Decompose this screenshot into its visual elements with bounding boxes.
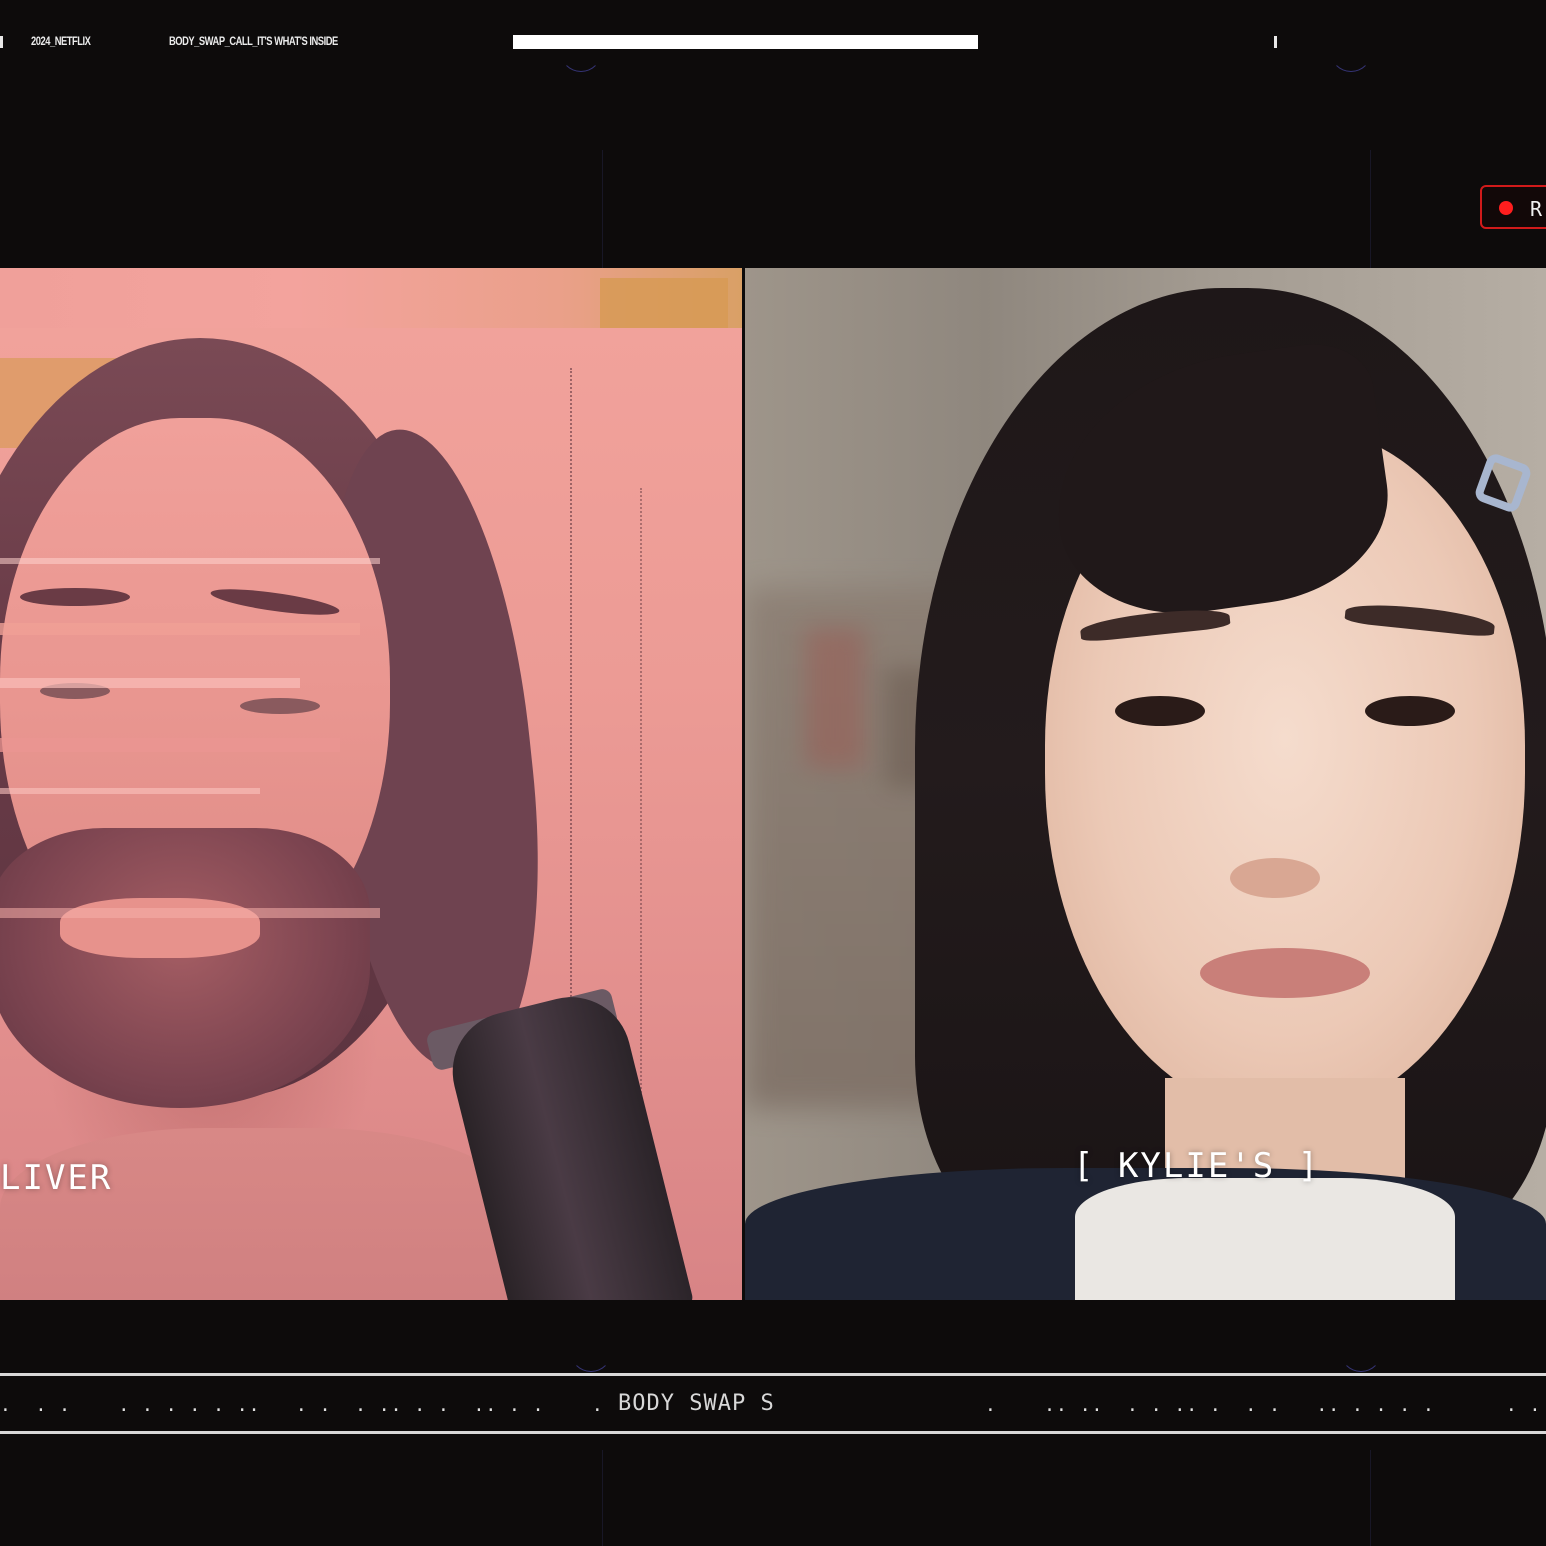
ticker-dots-left: . . . . . . . . .. . . . .. . . .. . . . [0,1395,604,1416]
person-nose [1230,858,1320,898]
glitch-band [0,788,260,794]
background-object [805,628,865,768]
participant-name-tag-left: LIVER [0,1158,113,1198]
participant-video-left[interactable]: LIVER [0,268,742,1300]
hud-arc-decoration [560,30,602,72]
hud-guide-line [602,1450,603,1546]
glitch-trail [570,368,575,1088]
ticker-text: BODY SWAP S [618,1391,775,1416]
glitch-band [0,678,300,688]
video-call-screen: 2024_NETFLIX BODY_SWAP_CALL_IT'S WHAT'S … [0,0,1546,1546]
participant-video-right[interactable]: [ KYLIE'S ] [745,268,1546,1300]
hud-guide-line [1370,150,1371,268]
ticker-dots-right: . .. .. . . .. . . . .. . . . . . . [985,1395,1542,1416]
recording-label: R [1530,197,1543,221]
person-shirt [1075,1178,1455,1300]
person-eye [240,698,320,714]
glitch-band [0,908,380,918]
participant-name-tag-right: [ KYLIE'S ] [1073,1146,1321,1186]
glitch-block [600,278,728,328]
ticker-rule-top [0,1373,1546,1376]
top-label-year: 2024_NETFLIX [31,34,91,48]
person-brow [20,588,130,606]
record-dot-icon [1499,201,1513,215]
top-label-title: BODY_SWAP_CALL_IT'S WHAT'S INSIDE [169,34,338,48]
hud-guide-line [1370,1450,1371,1546]
person-eye [1365,696,1455,726]
person-lips [1200,948,1370,998]
glitch-trail [640,488,645,1188]
person-eye [1115,696,1205,726]
glitch-band [0,738,340,752]
top-tick-marker-right [1274,36,1277,48]
recording-badge[interactable]: R [1480,185,1546,229]
glitch-band [0,558,380,564]
ticker-rule-bottom [0,1431,1546,1434]
person-shoulders [0,1128,520,1300]
bottom-ticker: . . . . . . . . .. . . . .. . . .. . . .… [0,1373,1546,1437]
hud-arc-decoration [1330,30,1372,72]
hud-arc-decoration [1340,1330,1382,1372]
top-tick-marker-left [0,36,3,48]
glitch-band [0,623,360,635]
hud-arc-decoration [570,1330,612,1372]
person-beard [0,828,370,1108]
hud-guide-line [602,150,603,268]
person-mouth-area [60,898,260,958]
top-bar: 2024_NETFLIX BODY_SWAP_CALL_IT'S WHAT'S … [0,0,1546,84]
